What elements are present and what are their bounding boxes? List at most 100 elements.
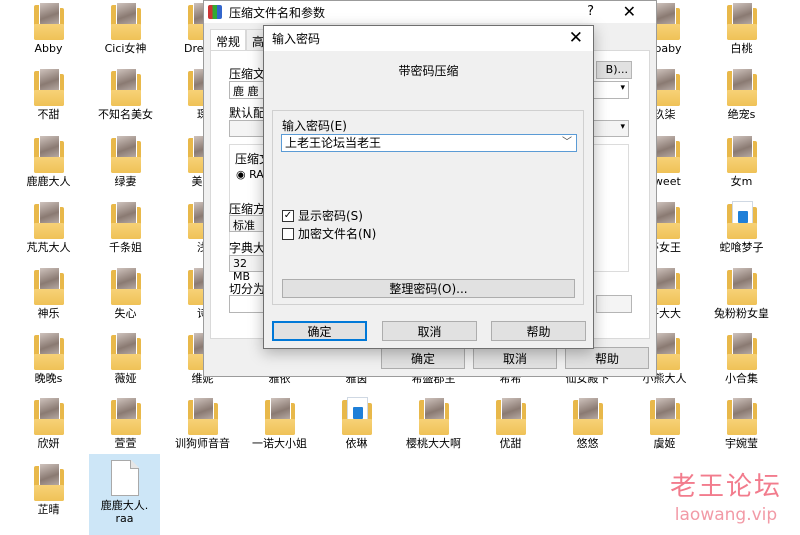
folder-label: 萱萱 (114, 437, 137, 450)
desktop-folder[interactable]: 一诺大小姐 (241, 395, 318, 461)
folder-label: 女m (730, 175, 753, 188)
desktop-folder[interactable]: 芷晴 (10, 461, 87, 527)
folder-label: Cici女神 (104, 42, 147, 55)
photo-folder-icon (726, 332, 757, 370)
desktop-folder[interactable]: 萱萱 (87, 395, 164, 461)
outer-help-icon[interactable]: ? (587, 4, 594, 19)
desktop-folder[interactable]: 晚晚s (10, 330, 87, 396)
desktop-folder[interactable]: 不知名美女 (87, 66, 164, 132)
desktop-folder[interactable]: 依琳 (318, 395, 395, 461)
desktop-folder[interactable]: 女m (703, 133, 780, 199)
desktop-folder[interactable]: 千条姐 (87, 199, 164, 265)
config-dropdown-icon[interactable]: ▾ (620, 122, 625, 132)
show-password-label: 显示密码(S) (298, 209, 363, 223)
desktop-folder[interactable]: Abby (10, 0, 87, 66)
pwd-cancel-button[interactable]: 取消 (382, 321, 477, 341)
photo-folder-icon (33, 267, 64, 305)
folder-label: 训狗师音音 (175, 437, 230, 450)
photo-folder-icon (33, 201, 64, 239)
photo-folder-icon (110, 201, 141, 239)
desktop-folder[interactable]: 欣妍 (10, 395, 87, 461)
desktop-folder[interactable]: 绿妻 (87, 133, 164, 199)
folder-label: 虞姬 (653, 437, 676, 450)
desktop-folder[interactable]: 悠悠 (549, 395, 626, 461)
photo-folder-icon (649, 397, 680, 435)
folder-label: 绿妻 (114, 175, 137, 188)
pwd-help-button[interactable]: 帮助 (491, 321, 586, 341)
outer-titlebar[interactable]: 压缩文件名和参数 ? ✕ (204, 1, 656, 23)
default-config-label: 默认配 (229, 106, 266, 120)
checkbox-unchecked-icon[interactable] (282, 227, 294, 240)
tab-general[interactable]: 常规 (210, 29, 247, 51)
dict-label: 字典大 (229, 241, 266, 255)
pwd-titlebar[interactable]: 输入密码 ✕ (264, 26, 593, 51)
photo-folder-icon (33, 2, 64, 40)
photo-folder-icon (418, 397, 449, 435)
desktop-folder[interactable]: Cici女神 (87, 0, 164, 66)
outer-ok-button[interactable]: 确定 (381, 347, 465, 369)
folder-label: 樱桃大大啊 (406, 437, 461, 450)
desktop-folder[interactable]: 神乐 (10, 265, 87, 331)
video-folder-icon (341, 397, 372, 435)
winrar-app-icon (208, 5, 222, 19)
format-option-label: RA (249, 168, 264, 181)
browse-button[interactable]: B)... (596, 61, 632, 79)
password-value: 上老王论坛当老王 (285, 136, 382, 150)
desktop-folder[interactable]: 训狗师音音 (164, 395, 241, 461)
pwd-ok-button[interactable]: 确定 (272, 321, 367, 341)
desktop-folder[interactable]: 鹿鹿大人 (10, 133, 87, 199)
folder-label: 神乐 (37, 307, 60, 320)
folder-label: 依琳 (345, 437, 368, 450)
desktop-folder[interactable]: 薇娅 (87, 330, 164, 396)
selected-archive-file[interactable]: 鹿鹿大人. raa (89, 454, 160, 535)
desktop-folder[interactable]: 不甜 (10, 66, 87, 132)
desktop-folder[interactable]: 失心 (87, 265, 164, 331)
manage-passwords-button[interactable]: 整理密码(O)... (282, 279, 575, 298)
outer-cancel-button[interactable]: 取消 (473, 347, 557, 369)
archive-file-icon (110, 460, 139, 496)
folder-label: 欣妍 (37, 437, 60, 450)
photo-folder-icon (726, 397, 757, 435)
watermark-title: 老王论坛 (669, 472, 782, 502)
password-label: 输入密码(E) (282, 119, 347, 133)
photo-folder-icon (726, 267, 757, 305)
desktop-folder[interactable]: 虞姬 (626, 395, 703, 461)
folder-label: 一诺大小姐 (252, 437, 307, 450)
outer-tabs: 常规 高 (210, 29, 271, 51)
photo-folder-icon (110, 332, 141, 370)
desktop-folder[interactable]: 樱桃大大啊 (395, 395, 472, 461)
split-unit-field[interactable] (596, 295, 632, 313)
checkbox-checked-icon[interactable]: ✓ (282, 209, 294, 222)
pwd-dialog-title: 输入密码 (272, 32, 321, 46)
desktop-folder[interactable]: 蛇喰梦子 (703, 199, 780, 265)
photo-folder-icon (110, 2, 141, 40)
desktop-folder[interactable]: 优甜 (472, 395, 549, 461)
pwd-close-icon[interactable]: ✕ (569, 28, 583, 48)
desktop-folder[interactable]: 芃芃大人 (10, 199, 87, 265)
folder-label: 失心 (114, 307, 137, 320)
desktop-folder[interactable]: 绝宠s (703, 66, 780, 132)
desktop-folder[interactable]: 白桃 (703, 0, 780, 66)
password-input[interactable]: 上老王论坛当老王 ﹀ (281, 134, 577, 152)
photo-folder-icon (187, 397, 218, 435)
folder-label: 不甜 (37, 108, 60, 121)
photo-folder-icon (110, 397, 141, 435)
folder-label: 芷晴 (37, 503, 60, 516)
archive-name-value: 鹿 鹿 (233, 85, 259, 98)
desktop-folder[interactable]: 兔粉粉女皇 (703, 265, 780, 331)
archive-name-dropdown-icon[interactable]: ▾ (620, 83, 625, 93)
photo-folder-icon (495, 397, 526, 435)
desktop-folder[interactable]: 小合集 (703, 330, 780, 396)
outer-help-button[interactable]: 帮助 (565, 347, 649, 369)
folder-label: 兔粉粉女皇 (714, 307, 769, 320)
password-dropdown-icon[interactable]: ﹀ (562, 135, 572, 151)
show-password-checkbox[interactable]: ✓ 显示密码(S) (282, 207, 363, 224)
desktop-folder[interactable]: 宇婉莹 (703, 395, 780, 461)
folder-label: 蛇喰梦子 (719, 241, 764, 254)
encrypt-names-label: 加密文件名(N) (298, 227, 377, 241)
outer-close-icon[interactable]: ✕ (623, 2, 636, 21)
format-radio[interactable]: ◉ RA (236, 168, 264, 181)
encrypt-names-checkbox[interactable]: 加密文件名(N) (282, 225, 376, 242)
photo-folder-icon (726, 2, 757, 40)
photo-folder-icon (110, 68, 141, 106)
